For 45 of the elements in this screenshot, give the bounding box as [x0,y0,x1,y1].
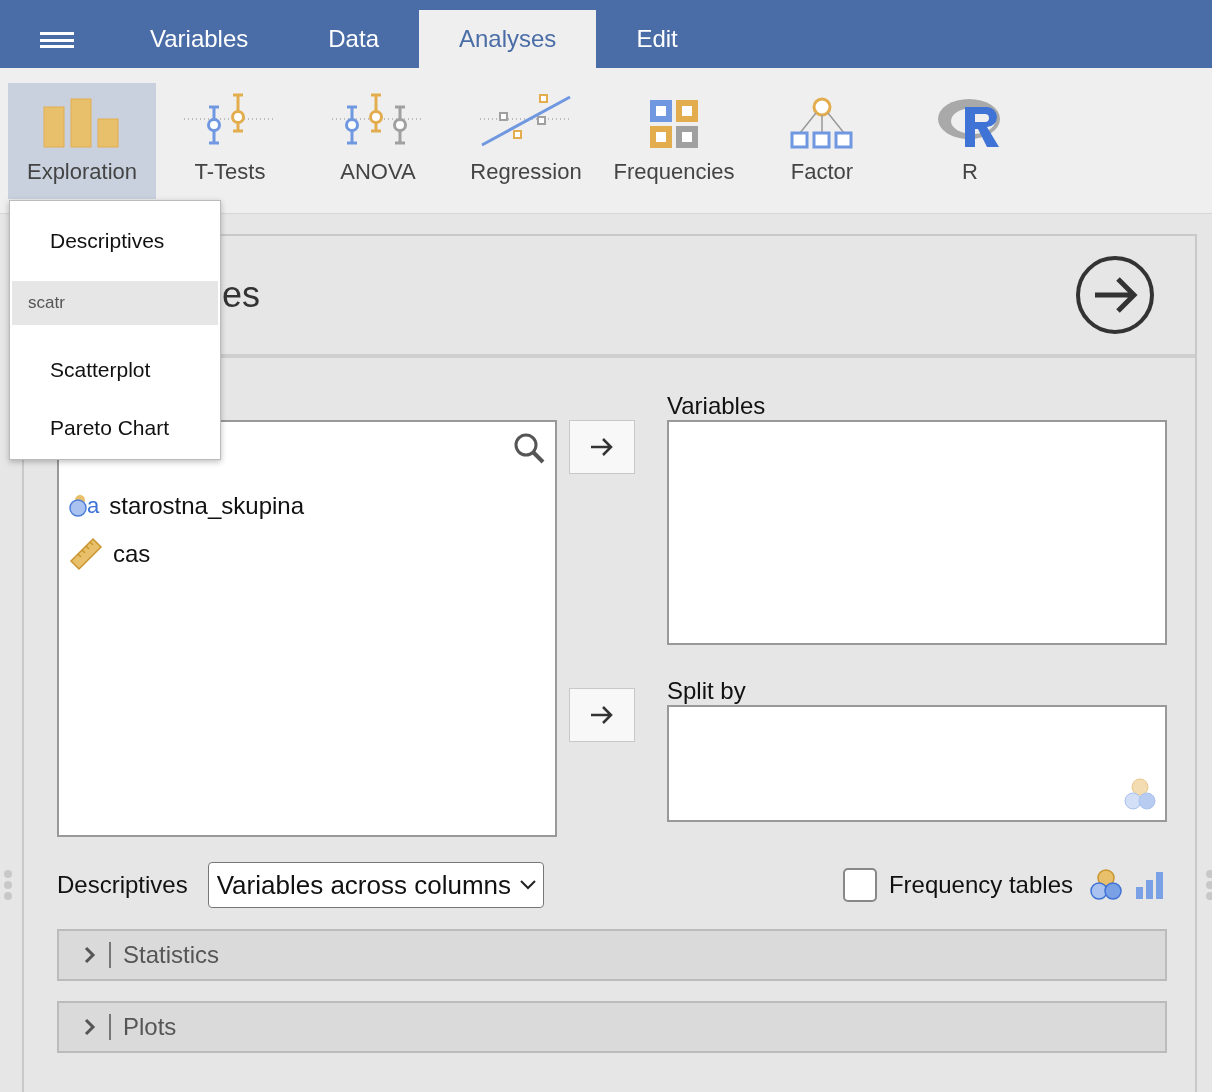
checkbox-label: Frequency tables [888,871,1073,899]
nominal-icon [1123,777,1157,812]
right-arrow-icon [589,437,615,457]
variable-name[interactable]: cas [113,540,151,568]
ribbon-button[interactable]: Exploration [8,83,156,199]
target-box[interactable] [667,420,1167,645]
move-right-button[interactable] [569,687,635,742]
menu-item[interactable]: Descriptives [12,203,218,279]
bar-chart-icon [42,97,122,149]
resize-handle[interactable] [1206,870,1212,900]
ordinal-bars-icon [1135,871,1165,899]
ribbon-button[interactable]: Frequencies [600,83,748,199]
ruler-icon [69,537,103,571]
hierarchy-icon [790,97,854,149]
move-right-button[interactable] [569,420,635,474]
ribbon-button[interactable]: R [896,83,1044,199]
tab[interactable]: Variables [110,10,289,68]
checkbox[interactable] [842,868,877,902]
ribbon-button[interactable]: T-Tests [156,83,304,199]
search-icon[interactable] [513,432,545,464]
chevron-down-icon [519,879,537,891]
nominal-icon [1089,869,1123,901]
target-box[interactable] [667,704,1167,822]
grid-squares-icon [649,99,699,149]
r-logo-icon [937,97,1003,149]
chevron-right-icon [83,945,97,965]
analysis-title: es [222,274,261,316]
descriptives-label: Descriptives [57,871,188,899]
target-label: Variables [667,391,767,420]
right-arrow-icon [589,704,615,725]
tab[interactable]: Data [288,10,419,68]
ribbon-button[interactable]: Regression [452,83,600,199]
layout-dropdown[interactable]: Variables across columns [207,862,544,908]
ribbon-button[interactable]: ANOVA [304,83,452,199]
collapsible-section[interactable]: Statistics [57,929,1167,981]
menu-search-field[interactable]: scatr [12,281,218,325]
resize-handle[interactable] [4,870,12,900]
menu-item[interactable]: Scatterplot [12,341,218,399]
tab[interactable]: Edit [596,10,718,68]
variable-name[interactable]: starostna_skupina [109,492,305,520]
target-label: Split by [667,675,747,705]
tab[interactable]: Analyses [419,10,597,68]
chevron-right-icon [83,1017,97,1037]
ribbon-button[interactable]: Factor [748,83,896,199]
collapsible-section[interactable]: Plots [57,1001,1167,1053]
